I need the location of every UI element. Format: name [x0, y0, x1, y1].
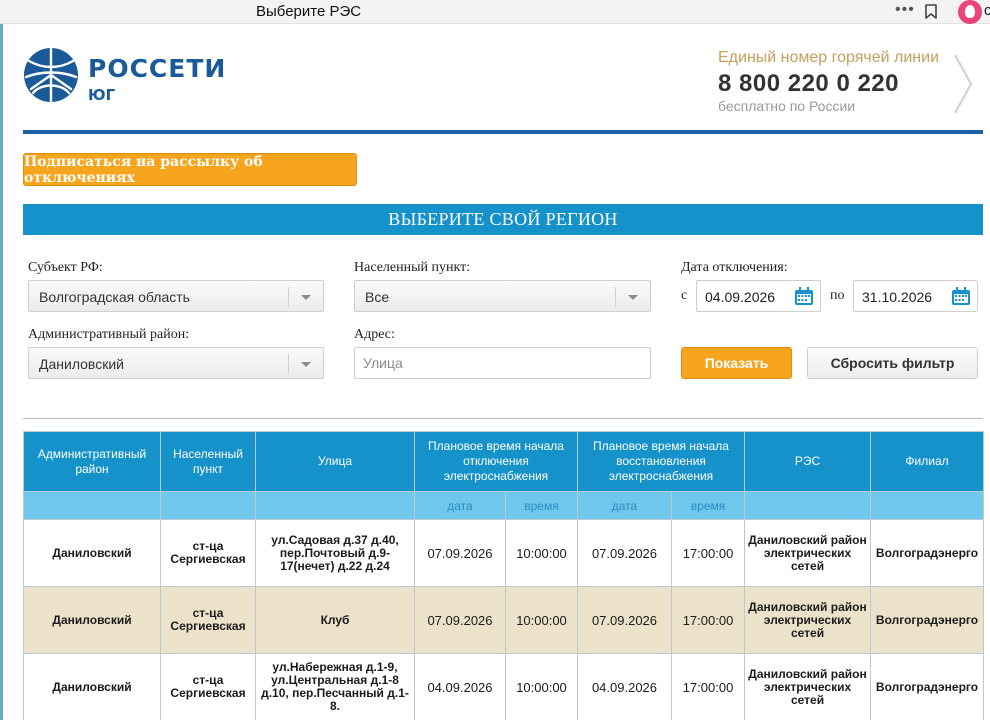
cell-off-time: 10:00:00 [505, 519, 578, 587]
locality-select[interactable]: Все [354, 280, 651, 312]
reset-filter-button[interactable]: Сбросить фильтр [807, 347, 978, 379]
subheader-empty [744, 491, 872, 520]
cell-street: ул.Набережная д.1-9, ул.Центральная д.1-… [255, 653, 415, 720]
subheader-empty [870, 491, 985, 520]
address-label: Адрес: [354, 327, 395, 342]
calendar-icon[interactable] [951, 287, 971, 306]
rosseti-logo-icon[interactable] [23, 47, 79, 103]
select-separator [288, 354, 289, 374]
table-row: Даниловский ст-ца Сергиевская Клуб 07.09… [23, 586, 985, 654]
form-divider [23, 418, 983, 419]
district-label: Административный район: [28, 327, 190, 342]
header-res: РЭС [744, 431, 872, 492]
profile-icon[interactable] [958, 0, 982, 24]
subheader-off-date: дата [414, 491, 506, 520]
date-from-input[interactable]: 04.09.2026 [696, 280, 821, 312]
header-on-time: Плановое время начала восстановления эле… [576, 431, 746, 492]
cell-on-date: 07.09.2026 [577, 586, 672, 654]
cell-off-time: 10:00:00 [505, 586, 578, 654]
subheader-empty [23, 491, 161, 520]
dropdown-caret-icon [301, 362, 311, 367]
region-title-bar: ВЫБЕРИТЕ СВОЙ РЕГИОН [23, 204, 983, 235]
subscribe-button[interactable]: Подписаться на рассылку об отключениях [23, 153, 357, 186]
cell-off-time: 10:00:00 [505, 653, 578, 720]
select-separator [288, 287, 289, 307]
cell-on-time: 17:00:00 [670, 519, 746, 587]
outages-table: Административный район Населенный пункт … [23, 431, 985, 720]
dropdown-caret-icon [628, 295, 638, 300]
hotline-number[interactable]: 8 800 220 0 220 [718, 70, 899, 98]
subheader-on-time: время [670, 491, 746, 520]
subject-select[interactable]: Волгоградская область [28, 280, 324, 312]
date-label: Дата отключения: [681, 260, 788, 275]
address-input[interactable] [354, 347, 651, 379]
cell-on-date: 07.09.2026 [577, 519, 672, 587]
hotline-label: Единый номер горячей линии [718, 49, 940, 66]
date-from-value: 04.09.2026 [705, 289, 776, 305]
header-off-time: Плановое время начала отключения электро… [414, 431, 578, 492]
subheader-empty [255, 491, 415, 520]
cell-branch: Волгоградэнерго [870, 519, 985, 587]
header-street: Улица [255, 431, 415, 492]
cell-district: Даниловский [23, 653, 161, 720]
subject-label: Субъект РФ: [28, 260, 103, 275]
logo-title: РОССЕТИ [88, 54, 227, 83]
table-header-row: Административный район Населенный пункт … [23, 431, 985, 492]
show-button[interactable]: Показать [681, 347, 792, 379]
cell-branch: Волгоградэнерго [870, 653, 985, 720]
cell-district: Даниловский [23, 519, 161, 587]
browser-edge-text: с [984, 2, 990, 19]
date-to-value: 31.10.2026 [862, 289, 933, 305]
cell-off-date: 04.09.2026 [414, 653, 506, 720]
cell-off-date: 07.09.2026 [414, 586, 506, 654]
browser-tab-bar: Выберите РЭС ••• с [0, 0, 990, 24]
date-to-input[interactable]: 31.10.2026 [853, 280, 978, 312]
date-to-prefix: по [830, 288, 845, 303]
cell-res: Даниловский район электрических сетей [744, 519, 872, 587]
locality-select-value: Все [365, 289, 390, 305]
browser-tab-title[interactable]: Выберите РЭС [256, 3, 361, 20]
header-locality: Населенный пункт [160, 431, 256, 492]
subheader-on-date: дата [577, 491, 672, 520]
cell-district: Даниловский [23, 586, 161, 654]
cell-res: Даниловский район электрических сетей [744, 586, 872, 654]
subheader-empty [160, 491, 256, 520]
hotline-note: бесплатно по России [718, 98, 856, 114]
cell-on-date: 04.09.2026 [577, 653, 672, 720]
subheader-off-time: время [505, 491, 578, 520]
district-select-value: Даниловский [39, 356, 124, 372]
bookmark-icon[interactable] [925, 4, 937, 19]
cell-on-time: 17:00:00 [670, 653, 746, 720]
left-accent-stripe [0, 24, 3, 720]
table-row: Даниловский ст-ца Сергиевская ул.Садовая… [23, 519, 985, 587]
dropdown-caret-icon [301, 295, 311, 300]
cell-res: Даниловский район электрических сетей [744, 653, 872, 720]
cell-street: Клуб [255, 586, 415, 654]
header-branch: Филиал [870, 431, 985, 492]
cell-street: ул.Садовая д.37 д.40, пер.Почтовый д.9-1… [255, 519, 415, 587]
cell-locality: ст-ца Сергиевская [160, 519, 256, 587]
table-row: Даниловский ст-ца Сергиевская ул.Набереж… [23, 653, 985, 720]
cell-locality: ст-ца Сергиевская [160, 586, 256, 654]
date-from-prefix: с [681, 288, 688, 303]
header-divider [23, 130, 983, 134]
select-separator [615, 287, 616, 307]
locality-label: Населенный пункт: [354, 260, 471, 275]
cell-off-date: 07.09.2026 [414, 519, 506, 587]
table-subheader-row: дата время дата время [23, 491, 985, 520]
subject-select-value: Волгоградская область [39, 289, 190, 305]
logo-subtitle: ЮГ [88, 86, 116, 104]
cell-on-time: 17:00:00 [670, 586, 746, 654]
district-select[interactable]: Даниловский [28, 347, 324, 379]
more-icon[interactable]: ••• [895, 1, 915, 19]
cell-locality: ст-ца Сергиевская [160, 653, 256, 720]
header-district: Административный район [23, 431, 161, 492]
chevron-right-icon[interactable] [953, 53, 973, 115]
calendar-icon[interactable] [794, 287, 814, 306]
cell-branch: Волгоградэнерго [870, 586, 985, 654]
